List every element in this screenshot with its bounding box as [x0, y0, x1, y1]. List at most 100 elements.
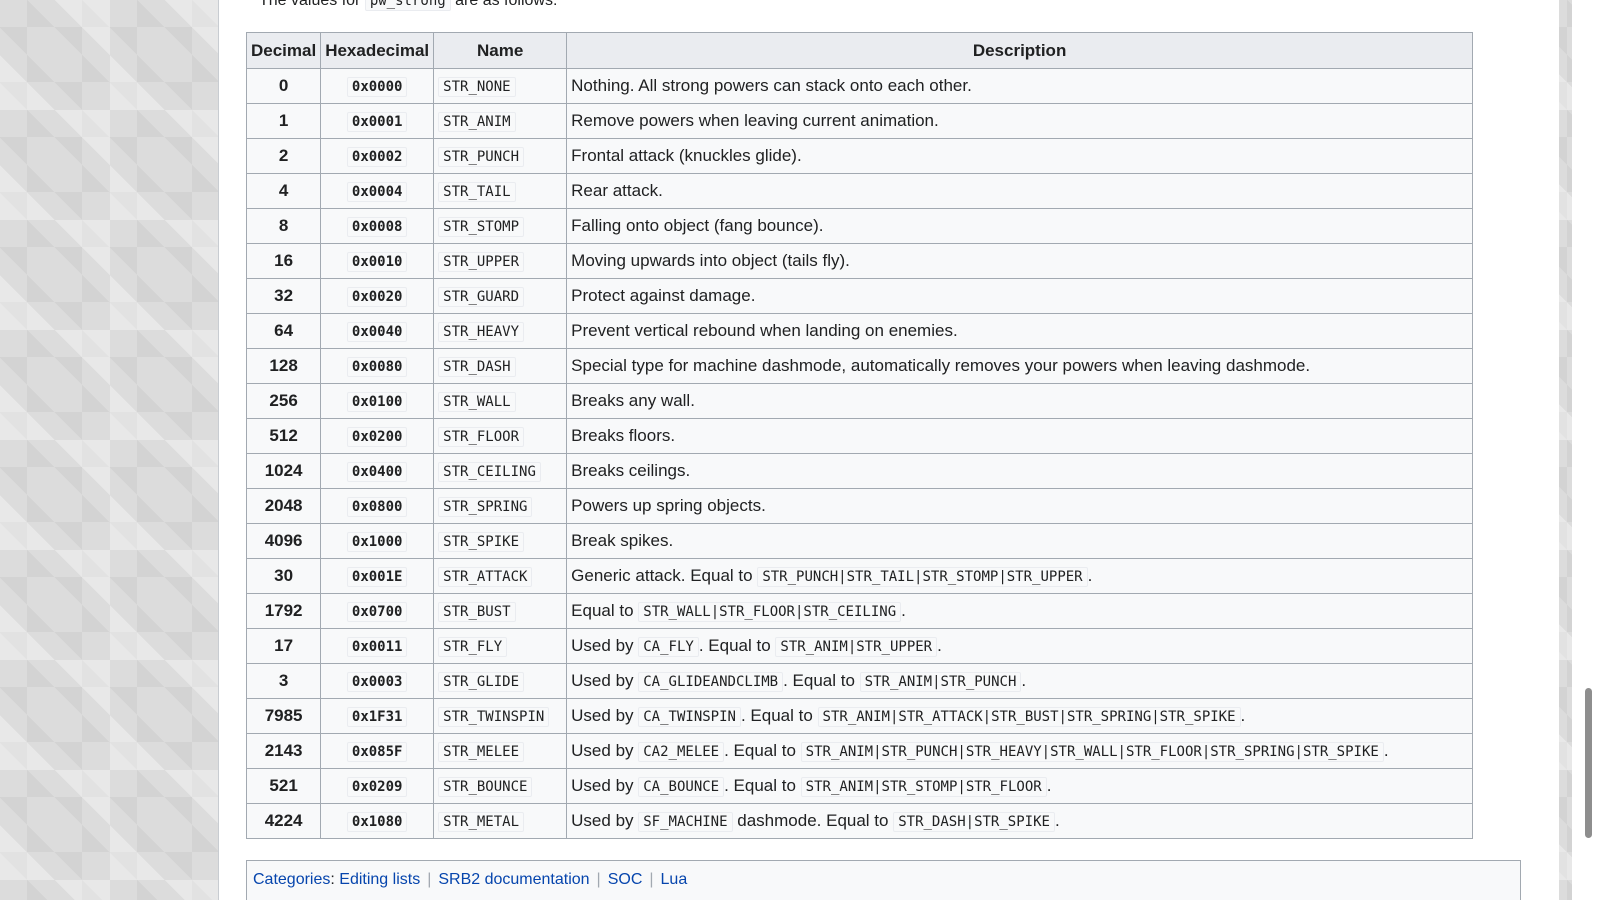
- category-links: Categories: Editing lists | SRB2 documenta…: [246, 860, 1521, 900]
- separator: |: [427, 871, 432, 888]
- category-lua[interactable]: Lua: [661, 871, 688, 888]
- hex-code: 0x0010: [346, 252, 408, 272]
- constant-name-code: STR_GUARD: [438, 287, 525, 307]
- cell-decimal: 64: [245, 313, 322, 349]
- description-text: Generic attack. Equal to: [571, 566, 758, 585]
- table-row: 128 0x0080 STR_DASH Special type for machin…: [245, 348, 1473, 384]
- constant-name-code: STR_DASH: [438, 357, 516, 377]
- constant-name-code: STR_MELEE: [438, 742, 525, 762]
- intro-text-after: are as follows:: [450, 0, 558, 9]
- constant-name-code: STR_TAIL: [438, 182, 516, 202]
- hex-code: 0x0003: [346, 672, 408, 692]
- cell-name: STR_TAIL: [433, 173, 568, 209]
- cell-description: Equal to STR_WALL|STR_FLOOR|STR_CEILING.: [566, 593, 1473, 629]
- description-text: .: [937, 636, 942, 655]
- hex-code: 0x0001: [346, 112, 408, 132]
- cell-description: Frontal attack (knuckles glide).: [566, 138, 1473, 174]
- cell-hexadecimal: 0x0003: [320, 663, 435, 699]
- cell-decimal: 16: [245, 243, 322, 279]
- cell-description: Special type for machine dashmode, autom…: [566, 348, 1473, 384]
- cell-decimal: 2: [245, 138, 322, 174]
- cell-description: Remove powers when leaving current anima…: [566, 103, 1473, 139]
- constant-name-code: STR_CEILING: [438, 462, 541, 482]
- description-text: . Equal to: [724, 741, 801, 760]
- header-hexadecimal: Hexadecimal: [320, 32, 435, 69]
- table-row: 1 0x0001 STR_ANIM Remove powers when leavin…: [245, 103, 1473, 139]
- category-soc[interactable]: SOC: [608, 871, 643, 888]
- cell-name: STR_DASH: [433, 348, 568, 384]
- description-text: Breaks ceilings.: [571, 461, 691, 480]
- cell-hexadecimal: 0x0200: [320, 418, 435, 454]
- table-row: 16 0x0010 STR_UPPER Moving upwards into obj…: [245, 243, 1473, 279]
- cell-decimal: 7985: [245, 698, 322, 734]
- strong-powers-table: Decimal Hexadecimal Name Description 0 0x…: [245, 32, 1473, 839]
- cell-description: Rear attack.: [566, 173, 1473, 209]
- category-editing-lists[interactable]: Editing lists: [339, 871, 420, 888]
- cell-description: Used by SF_MACHINE dashmode. Equal to ST…: [566, 803, 1473, 839]
- description-text: .: [1240, 706, 1246, 725]
- cell-decimal: 32: [245, 278, 322, 314]
- category-srb2-documentation[interactable]: SRB2 documentation: [438, 871, 589, 888]
- hex-code: 0x0800: [346, 497, 408, 517]
- table-row: 1792 0x0700 STR_BUST Equal to STR_WALL|STR_…: [245, 593, 1473, 629]
- description-text: .: [1087, 566, 1093, 585]
- cell-description: Breaks any wall.: [566, 383, 1473, 419]
- constant-name-code: STR_GLIDE: [438, 672, 525, 692]
- cell-hexadecimal: 0x0080: [320, 348, 435, 384]
- description-text: .: [1021, 671, 1027, 690]
- cell-description: Breaks ceilings.: [566, 453, 1473, 489]
- cell-description: Breaks floors.: [566, 418, 1473, 454]
- hex-code: 0x0008: [346, 217, 408, 237]
- scrollbar-thumb[interactable]: [1585, 688, 1592, 838]
- constant-name-code: STR_BUST: [438, 602, 516, 622]
- inline-code-pw-strong: pw_strong: [364, 0, 451, 11]
- table-row: 0 0x0000 STR_NONE Nothing. All strong power…: [245, 68, 1473, 104]
- cell-decimal: 256: [245, 383, 322, 419]
- cell-hexadecimal: 0x0002: [320, 138, 435, 174]
- table-row: 4224 0x1080 STR_METAL Used by SF_MACHINE da…: [245, 803, 1473, 839]
- description-text: Remove powers when leaving current anima…: [571, 111, 939, 130]
- cell-hexadecimal: 0x0001: [320, 103, 435, 139]
- description-text: Powers up spring objects.: [571, 496, 766, 515]
- cell-hexadecimal: 0x0011: [320, 628, 435, 664]
- header-decimal: Decimal: [245, 32, 322, 69]
- constant-name-code: STR_SPRING: [438, 497, 533, 517]
- description-text: Special type for machine dashmode, autom…: [571, 356, 1311, 375]
- table-row: 64 0x0040 STR_HEAVY Prevent vertical reboun…: [245, 313, 1473, 349]
- table-row: 512 0x0200 STR_FLOOR Breaks floors.: [245, 418, 1473, 454]
- description-text: Protect against damage.: [571, 286, 756, 305]
- table-row: 2 0x0002 STR_PUNCH Frontal attack (knuckles…: [245, 138, 1473, 174]
- cell-name: STR_UPPER: [433, 243, 568, 279]
- description-code: STR_ANIM|STR_UPPER: [775, 637, 938, 657]
- cell-description: Generic attack. Equal to STR_PUNCH|STR_T…: [566, 558, 1473, 594]
- hex-code: 0x0040: [346, 322, 408, 342]
- constant-name-code: STR_SPIKE: [438, 532, 525, 552]
- cell-hexadecimal: 0x0400: [320, 453, 435, 489]
- cell-description: Used by CA_TWINSPIN. Equal to STR_ANIM|S…: [566, 698, 1473, 734]
- cell-hexadecimal: 0x0000: [320, 68, 435, 104]
- cell-description: Prevent vertical rebound when landing on…: [566, 313, 1473, 349]
- categories-link[interactable]: Categories: [253, 871, 330, 888]
- cell-name: STR_ANIM: [433, 103, 568, 139]
- description-text: Used by: [571, 636, 639, 655]
- cell-decimal: 1792: [245, 593, 322, 629]
- cell-hexadecimal: 0x085F: [320, 733, 435, 769]
- hex-code: 0x1000: [346, 532, 408, 552]
- cell-name: STR_FLY: [433, 628, 568, 664]
- constant-name-code: STR_TWINSPIN: [438, 707, 550, 727]
- cell-hexadecimal: 0x0040: [320, 313, 435, 349]
- cell-decimal: 30: [245, 558, 322, 594]
- cell-decimal: 4096: [245, 523, 322, 559]
- hex-code: 0x001E: [346, 567, 408, 587]
- cell-name: STR_MELEE: [433, 733, 568, 769]
- table-row: 4096 0x1000 STR_SPIKE Break spikes.: [245, 523, 1473, 559]
- cell-decimal: 17: [245, 628, 322, 664]
- hex-code: 0x0400: [346, 462, 408, 482]
- constant-name-code: STR_FLY: [438, 637, 508, 657]
- constant-name-code: STR_WALL: [438, 392, 516, 412]
- constant-name-code: STR_UPPER: [438, 252, 525, 272]
- description-text: .: [1054, 811, 1060, 830]
- scrollbar[interactable]: [1572, 0, 1600, 900]
- cell-name: STR_TWINSPIN: [433, 698, 568, 734]
- cell-decimal: 1: [245, 103, 322, 139]
